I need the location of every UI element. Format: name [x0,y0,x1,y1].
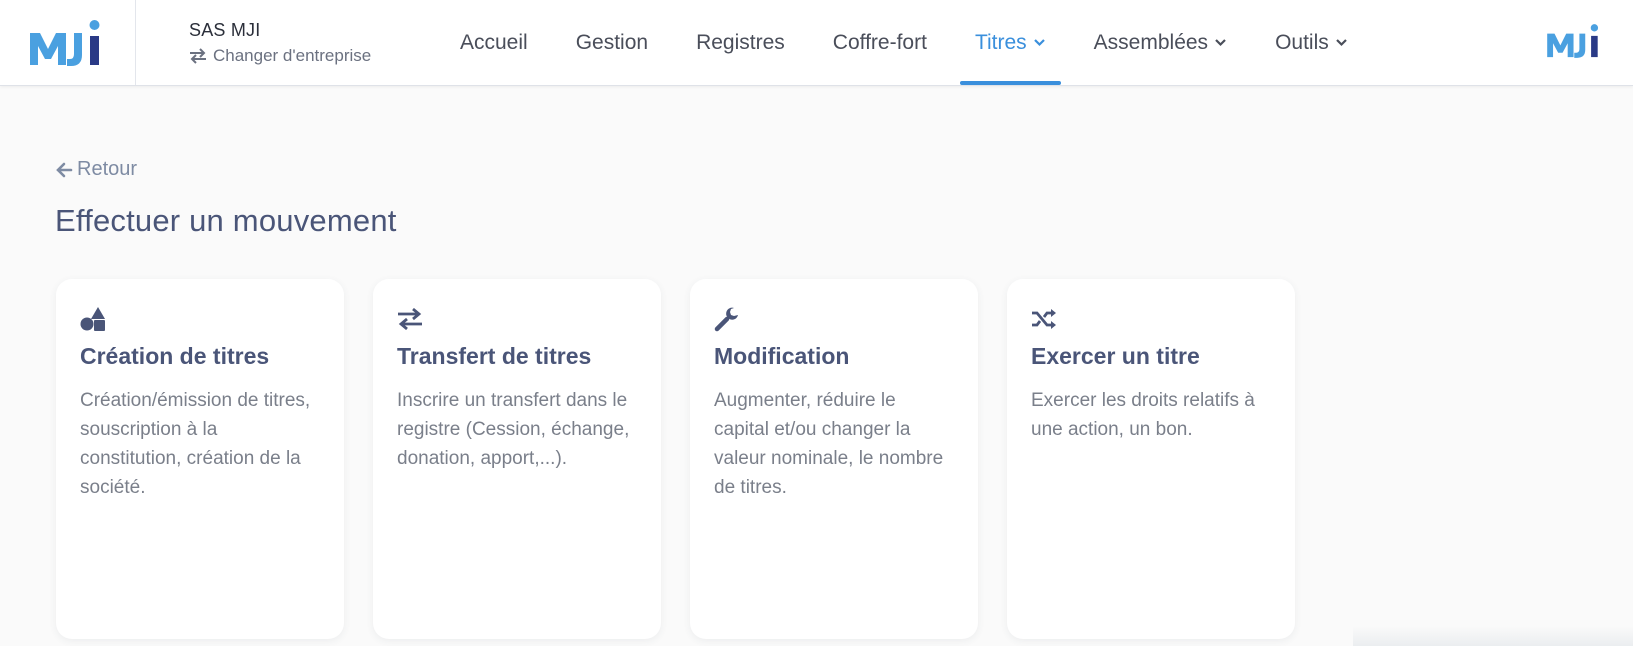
card-description: Création/émission de titres, souscriptio… [80,390,311,498]
nav-item-label: Registres [696,30,785,54]
nav-item-label: Gestion [575,30,649,54]
company-name: SAS MJI [189,20,261,40]
exchange-icon [190,48,206,64]
nav-item-registres[interactable]: Registres [681,0,800,85]
back-label: Retour [77,158,138,180]
mji-logo[interactable] [0,0,136,85]
page-title: Effectuer un mouvement [55,203,397,238]
card-creation-titres[interactable]: Création de titres Création/émission de … [56,279,344,639]
chevron-down-icon [1033,39,1045,47]
nav-item-label: Titres [974,30,1027,54]
nav-item-label: Coffre-fort [832,30,927,54]
nav-item-label: Assemblées [1093,30,1209,54]
back-link[interactable]: Retour [55,158,137,181]
nav-item-gestion[interactable]: Gestion [561,0,663,85]
nav-item-titres[interactable]: Titres [959,0,1061,85]
shapes-icon [80,307,105,331]
card-description: Exercer les droits relatifs à une action… [1031,390,1255,440]
card-description: Inscrire un transfert dans le registre (… [397,390,630,469]
nav-item-label: Outils [1275,30,1329,54]
card-modification[interactable]: Modification Augmenter, réduire le capit… [690,279,978,639]
card-title: Exercer un titre [1031,343,1200,369]
chevron-down-icon [1335,39,1347,47]
top-navigation-bar: SAS MJI Changer d'entreprise Accueil Ges… [0,0,1633,86]
arrow-left-icon [56,162,73,177]
card-description: Augmenter, réduire le capital et/ou chan… [714,390,944,498]
change-company-label: Changer d'entreprise [213,46,372,65]
movement-cards: Création de titres Création/émission de … [56,279,1295,639]
mji-logo-small[interactable] [1545,18,1605,64]
card-title: Modification [714,343,850,369]
main-nav: Accueil Gestion Registres Coffre-fort Ti… [445,0,1381,85]
nav-item-label: Accueil [460,30,528,54]
nav-item-accueil[interactable]: Accueil [445,0,543,85]
nav-item-assemblees[interactable]: Assemblées [1079,0,1242,85]
nav-item-coffre-fort[interactable]: Coffre-fort [818,0,942,85]
card-exercer-titre[interactable]: Exercer un titre Exercer les droits rela… [1007,279,1295,639]
company-switcher: SAS MJI Changer d'entreprise [189,20,371,66]
bottom-right-shadow [1353,626,1633,646]
change-company-link[interactable]: Changer d'entreprise [189,46,371,66]
card-transfert-titres[interactable]: Transfert de titres Inscrire un transfer… [373,279,661,639]
wrench-icon [714,307,738,332]
card-title: Transfert de titres [397,343,592,369]
exchange-icon [398,308,422,330]
card-title: Création de titres [80,343,270,369]
shuffle-icon [1032,309,1056,329]
chevron-down-icon [1215,39,1226,47]
nav-item-outils[interactable]: Outils [1260,0,1363,85]
